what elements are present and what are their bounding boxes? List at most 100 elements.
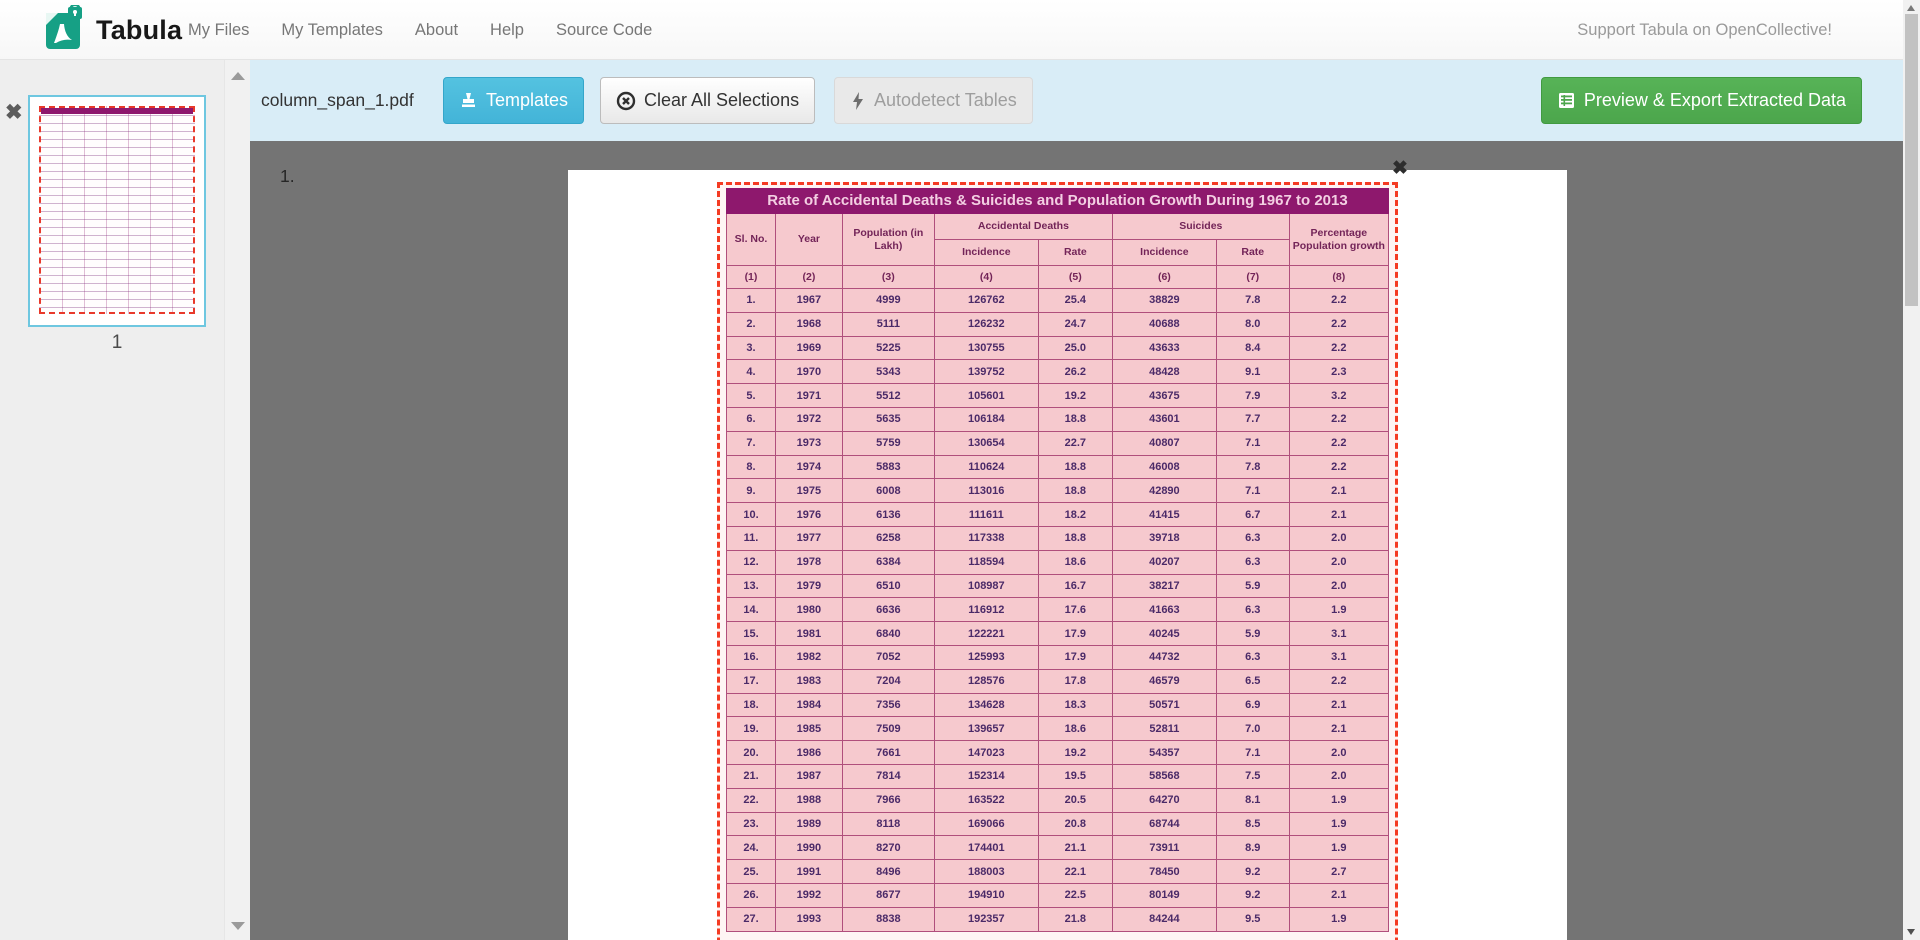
table-cell: 9. <box>727 479 776 503</box>
table-cell: 40688 <box>1112 312 1216 336</box>
table-cell: 2.0 <box>1289 526 1388 550</box>
table-cell: 8677 <box>842 883 934 907</box>
table-cell: 64270 <box>1112 788 1216 812</box>
table-cell: 17.6 <box>1038 598 1112 622</box>
table-cell: 8. <box>727 455 776 479</box>
table-cell: 6.3 <box>1216 645 1289 669</box>
pdf-page[interactable]: ✖ Rate of Accidental Deaths & Suicides a… <box>568 170 1567 940</box>
table-cell: 8270 <box>842 836 934 860</box>
table-cell: 18.8 <box>1038 407 1112 431</box>
table-cell: 14. <box>727 598 776 622</box>
table-cell: 7814 <box>842 764 934 788</box>
scroll-down-icon[interactable] <box>231 922 245 930</box>
table-cell: 18.6 <box>1038 717 1112 741</box>
support-link[interactable]: Support Tabula on OpenCollective! <box>1577 0 1832 60</box>
nav-my-templates[interactable]: My Templates <box>265 21 398 40</box>
table-cell: 38217 <box>1112 574 1216 598</box>
table-cell: 44732 <box>1112 645 1216 669</box>
table-header-cell: Sl. No. <box>727 214 776 266</box>
table-cell: 118594 <box>934 550 1038 574</box>
table-cell: 38829 <box>1112 289 1216 313</box>
table-cell: 9.2 <box>1216 883 1289 907</box>
table-cell: 1985 <box>775 717 842 741</box>
table-cell: 3.2 <box>1289 384 1388 408</box>
table-cell: 12. <box>727 550 776 574</box>
pdf-viewer: 1. ✖ Rate of Accidental Deaths & Suicide… <box>250 141 1920 940</box>
nav-about[interactable]: About <box>399 21 474 40</box>
table-cell: 2.1 <box>1289 717 1388 741</box>
table-cell: 18. <box>727 693 776 717</box>
table-cell: 7.5 <box>1216 764 1289 788</box>
table-cell: 1.9 <box>1289 788 1388 812</box>
table-row: 27.1993883819235721.8842449.51.9 <box>727 907 1389 931</box>
table-cell: 13. <box>727 574 776 598</box>
column-number-cell: (1) <box>727 266 776 289</box>
scrollbar-thumb[interactable] <box>1905 14 1918 306</box>
table-title: Rate of Accidental Deaths & Suicides and… <box>727 189 1389 214</box>
preview-export-button[interactable]: Preview & Export Extracted Data <box>1541 77 1862 124</box>
scroll-up-icon[interactable] <box>231 72 245 80</box>
table-cell: 108987 <box>934 574 1038 598</box>
table-cell: 125993 <box>934 645 1038 669</box>
remove-page-icon[interactable]: ✖ <box>5 102 23 123</box>
table-selection-region[interactable]: Rate of Accidental Deaths & Suicides and… <box>717 182 1398 940</box>
table-cell: 6.3 <box>1216 550 1289 574</box>
table-cell: 8838 <box>842 907 934 931</box>
nav-my-files[interactable]: My Files <box>172 21 265 40</box>
column-number-cell: (6) <box>1112 266 1216 289</box>
remove-selection-icon[interactable]: ✖ <box>1392 159 1408 178</box>
table-cell: 9.1 <box>1216 360 1289 384</box>
table-cell: 139752 <box>934 360 1038 384</box>
autodetect-tables-button[interactable]: Autodetect Tables <box>834 77 1033 124</box>
table-cell: 17.8 <box>1038 669 1112 693</box>
table-cell: 46008 <box>1112 455 1216 479</box>
page-thumbnail[interactable] <box>28 95 206 327</box>
table-header-cell: Accidental Deaths <box>934 214 1112 240</box>
browser-scrollbar[interactable] <box>1903 0 1920 940</box>
table-cell: 21.8 <box>1038 907 1112 931</box>
table-cell: 6.9 <box>1216 693 1289 717</box>
table-cell: 17. <box>727 669 776 693</box>
table-cell: 26. <box>727 883 776 907</box>
table-row: 19.1985750913965718.6528117.02.1 <box>727 717 1389 741</box>
nav-help[interactable]: Help <box>474 21 540 40</box>
table-cell: 1989 <box>775 812 842 836</box>
table-cell: 21. <box>727 764 776 788</box>
table-cell: 80149 <box>1112 883 1216 907</box>
table-cell: 1972 <box>775 407 842 431</box>
sidebar-scrollbar[interactable] <box>224 60 250 940</box>
brand[interactable]: Tabula <box>42 6 182 54</box>
clear-all-selections-button[interactable]: Clear All Selections <box>600 77 815 124</box>
table-cell: 130755 <box>934 336 1038 360</box>
table-cell: 126762 <box>934 289 1038 313</box>
table-row: 18.1984735613462818.3505716.92.1 <box>727 693 1389 717</box>
table-cell: 18.2 <box>1038 503 1112 527</box>
table-cell: 7.0 <box>1216 717 1289 741</box>
table-cell: 113016 <box>934 479 1038 503</box>
table-cell: 7.9 <box>1216 384 1289 408</box>
tabula-logo-icon <box>42 5 86 56</box>
table-cell: 2.1 <box>1289 883 1388 907</box>
table-cell: 7.8 <box>1216 455 1289 479</box>
nav-source-code[interactable]: Source Code <box>540 21 668 40</box>
table-cell: 19.2 <box>1038 384 1112 408</box>
table-cell: 2.2 <box>1289 312 1388 336</box>
table-cell: 1973 <box>775 431 842 455</box>
table-cell: 40245 <box>1112 622 1216 646</box>
table-row: 14.1980663611691217.6416636.31.9 <box>727 598 1389 622</box>
table-cell: 1970 <box>775 360 842 384</box>
table-cell: 26.2 <box>1038 360 1112 384</box>
lightning-icon <box>850 91 866 111</box>
table-cell: 11. <box>727 526 776 550</box>
table-cell: 1984 <box>775 693 842 717</box>
table-cell: 8496 <box>842 860 934 884</box>
scrollbar-down-icon[interactable] <box>1907 929 1915 935</box>
table-header-cell: Year <box>775 214 842 266</box>
scrollbar-up-icon[interactable] <box>1907 5 1915 11</box>
templates-button[interactable]: Templates <box>443 77 584 124</box>
table-cell: 2.0 <box>1289 764 1388 788</box>
table-cell: 24. <box>727 836 776 860</box>
table-cell: 5.9 <box>1216 574 1289 598</box>
table-cell: 9.2 <box>1216 860 1289 884</box>
table-cell: 18.3 <box>1038 693 1112 717</box>
